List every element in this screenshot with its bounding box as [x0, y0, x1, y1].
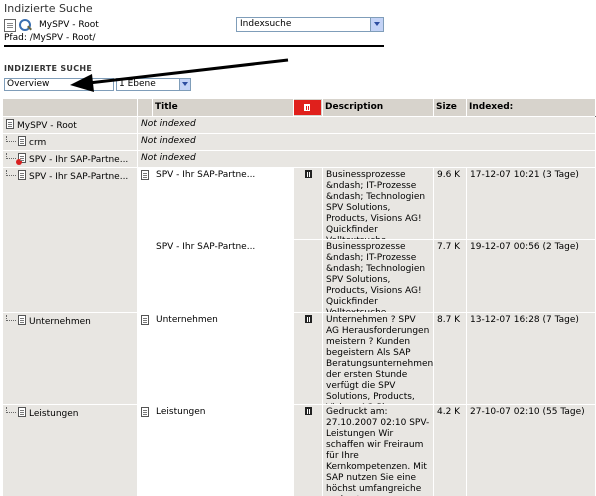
- tree-connector: [6, 153, 16, 159]
- index-mode-select[interactable]: Indexsuche: [236, 17, 384, 32]
- record-icon-cell: [138, 240, 152, 312]
- page-title: Indizierte Suche: [4, 2, 93, 15]
- toolbar: MySPV - Root: [4, 17, 596, 496]
- record-size: 4.2 K: [434, 405, 466, 496]
- tree-connector: [6, 170, 16, 176]
- trash-icon[interactable]: [304, 407, 312, 415]
- chevron-down-icon[interactable]: [179, 79, 190, 90]
- new-page-icon[interactable]: [4, 18, 16, 32]
- status-cell: Not indexed: [138, 151, 595, 167]
- breadcrumb-path: Pfad: /MySPV - Root/: [4, 33, 96, 43]
- record-size: 7.7 K: [434, 240, 466, 312]
- page-icon: [18, 170, 26, 180]
- tree-node-label: Leistungen: [29, 409, 79, 419]
- depth-value: 1 Ebene: [119, 79, 156, 89]
- record-indexed: 13-12-07 16:28 (7 Tage): [467, 313, 595, 404]
- record-description: Gedruckt am: 27.10.2007 02:10 SPV-Leistu…: [323, 405, 433, 496]
- tree-node[interactable]: Unternehmen: [3, 313, 137, 404]
- tree-connector: [6, 315, 16, 321]
- column-header-delete: [294, 99, 322, 116]
- page-icon: [18, 407, 26, 417]
- index-mode-value: Indexsuche: [240, 19, 292, 29]
- trash-icon[interactable]: [294, 100, 321, 115]
- tree-connector: [6, 407, 16, 413]
- trash-icon[interactable]: [304, 315, 312, 323]
- tree-connector: [6, 136, 16, 142]
- tree-node-label: crm: [29, 138, 47, 148]
- annotation-arrow: [70, 58, 289, 92]
- view-mode-select[interactable]: Overview: [4, 78, 114, 91]
- folder-icon: [6, 119, 14, 129]
- page-icon: [18, 136, 26, 146]
- record-description: Businessprozesse &ndash; IT-Prozesse &nd…: [323, 168, 433, 239]
- root-label[interactable]: MySPV - Root: [39, 20, 99, 30]
- view-mode-value: Overview: [7, 79, 50, 89]
- delete-cell: [294, 405, 322, 496]
- column-header-title[interactable]: Title: [153, 99, 293, 116]
- column-header-indexed[interactable]: Indexed:: [467, 99, 595, 116]
- tree-node[interactable]: SPV - Ihr SAP-Partne...: [3, 168, 137, 312]
- delete-cell: [294, 313, 322, 404]
- column-header-icon: [138, 99, 152, 116]
- column-header-tree: [3, 99, 137, 116]
- trash-icon[interactable]: [304, 170, 312, 178]
- record-title[interactable]: Unternehmen: [153, 313, 293, 404]
- record-size: 8.7 K: [434, 313, 466, 404]
- column-header-description[interactable]: Description: [323, 99, 433, 116]
- record-title[interactable]: SPV - Ihr SAP-Partne...: [153, 240, 293, 312]
- record-size: 9.6 K: [434, 168, 466, 239]
- record-icon-cell: [138, 405, 152, 496]
- index-table: Title Description Size Indexed: MySPV - …: [3, 99, 595, 496]
- status-cell: Not indexed: [138, 117, 595, 133]
- page-icon: [141, 407, 149, 417]
- divider: [4, 45, 384, 47]
- page-icon: [141, 170, 149, 180]
- depth-select[interactable]: 1 Ebene: [116, 78, 191, 91]
- tree-node-label: Unternehmen: [29, 317, 91, 327]
- tree-node-label: MySPV - Root: [17, 121, 77, 131]
- record-title[interactable]: SPV - Ihr SAP-Partne...: [153, 168, 293, 239]
- record-description: Businessprozesse &ndash; IT-Prozesse &nd…: [323, 240, 433, 312]
- tree-node-label: SPV - Ihr SAP-Partne...: [29, 155, 129, 165]
- tree-node[interactable]: SPV - Ihr SAP-Partne...: [3, 151, 137, 167]
- record-description: Unternehmen ? SPV AG Herausforderungen m…: [323, 313, 433, 404]
- page-icon: [141, 315, 149, 325]
- column-header-size[interactable]: Size: [434, 99, 466, 116]
- page-icon: [18, 315, 26, 325]
- section-heading: INDIZIERTE SUCHE: [4, 64, 93, 73]
- tree-node[interactable]: MySPV - Root: [3, 117, 137, 133]
- status-cell: Not indexed: [138, 134, 595, 150]
- record-icon-cell: [138, 313, 152, 404]
- tree-node[interactable]: crm: [3, 134, 137, 150]
- delete-cell: [294, 240, 322, 312]
- record-title[interactable]: Leistungen: [153, 405, 293, 496]
- search-icon[interactable]: [19, 18, 32, 32]
- record-indexed: 17-12-07 10:21 (3 Tage): [467, 168, 595, 239]
- tree-node-label: SPV - Ihr SAP-Partne...: [29, 172, 129, 182]
- delete-cell: [294, 168, 322, 239]
- chevron-down-icon[interactable]: [370, 18, 383, 31]
- record-icon-cell: [138, 168, 152, 239]
- tree-node[interactable]: Leistungen: [3, 405, 137, 496]
- record-indexed: 19-12-07 00:56 (2 Tage): [467, 240, 595, 312]
- page-error-icon: [16, 153, 26, 165]
- record-indexed: 27-10-07 02:10 (55 Tage): [467, 405, 595, 496]
